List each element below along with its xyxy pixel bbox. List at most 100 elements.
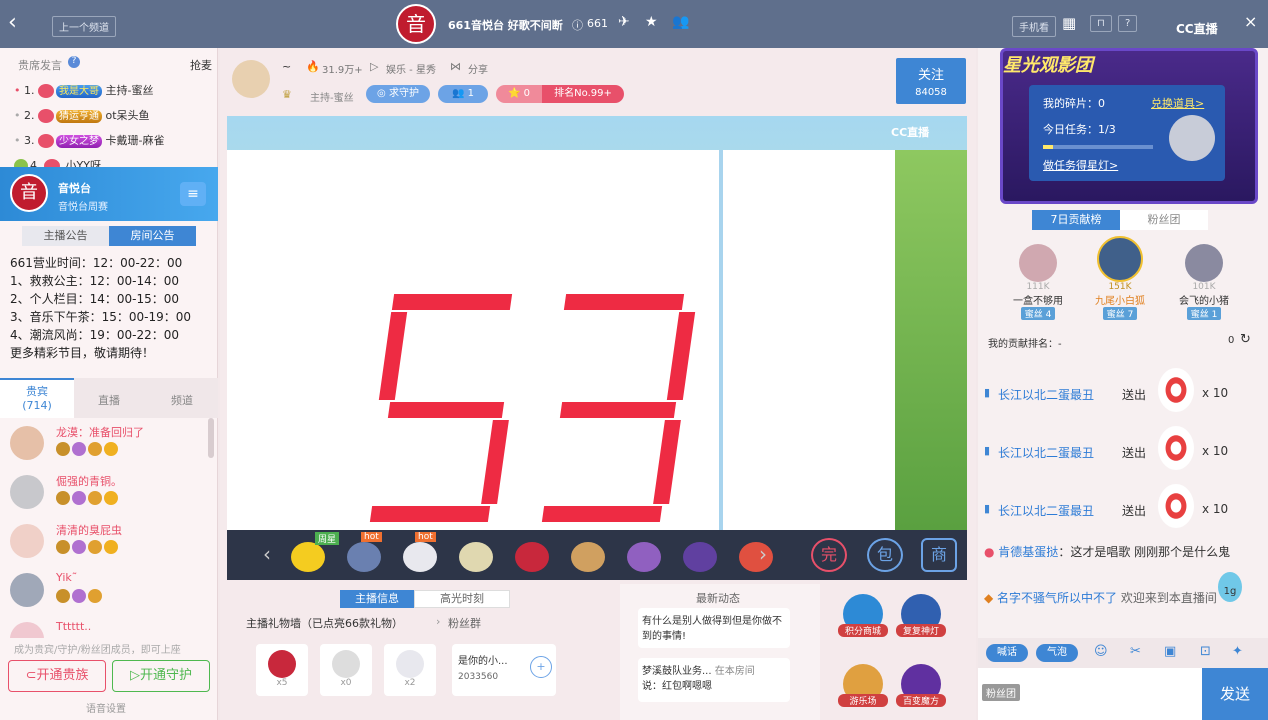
star-icon[interactable]: ★ [645,14,658,30]
wall-gift[interactable]: x5 [256,644,308,696]
sender-name[interactable]: 长江以北二蛋最丑 [998,444,1094,461]
rank-badge[interactable]: 排名No.99+ [542,85,624,103]
gift-item[interactable] [739,542,773,572]
gift-item[interactable] [683,542,717,572]
chevron-left-icon[interactable]: ‹ [263,542,271,566]
prev-channel-button[interactable]: 上一个频道 [52,16,116,37]
tab-host-notice[interactable]: 主播公告 [22,226,109,246]
sender-name[interactable]: 名字不骚气所以中不了 [997,591,1117,605]
category[interactable]: 娱乐 - 星秀 [386,61,436,76]
fans-label[interactable]: 粉丝团 [982,684,1020,701]
share-label[interactable]: 分享 [468,61,488,76]
complete-icon[interactable]: 完 [811,538,847,572]
user-item[interactable]: 倔强的青铜。 [8,473,204,522]
chevron-right-icon[interactable]: › [759,542,767,566]
phone-view-button[interactable]: 手机看 [1012,16,1056,37]
gift-message[interactable]: ▮ 长江以北二蛋最丑 送出 x 10 [984,426,1254,484]
top-contributor[interactable]: 101K 会飞的小猪 蜜丝 1 [1164,244,1244,320]
sender-name[interactable]: 肯德基蛋挞 [998,545,1058,559]
top-bar: ‹ 上一个频道 音 661音悦台 好歌不间断 ⓘ 661 ✈ ★ 👥 手机看 ▦… [0,0,1268,48]
host-avatar[interactable] [232,60,270,98]
bubble-button[interactable]: 气泡 [1036,644,1078,662]
add-icon[interactable]: + [530,656,552,678]
help-icon[interactable]: ? [1118,15,1138,32]
gift-item[interactable] [291,542,325,572]
points-mall-icon[interactable]: 积分商城 [838,594,888,637]
tab-vip[interactable]: 贵宾 (714) [0,378,74,418]
wish-card[interactable]: 是你的小... 2033560 + [452,644,556,696]
close-icon[interactable]: × [1244,12,1257,31]
redeem-link[interactable]: 兑换道具> [1151,95,1204,111]
gift-item[interactable] [459,542,493,572]
chat-input[interactable]: 粉丝团 [978,668,1202,720]
sender-name[interactable]: 长江以北二蛋最丑 [998,502,1094,519]
gift-item[interactable] [571,542,605,572]
open-guard-button[interactable]: ▷开通守护 [112,660,210,692]
lock-icon[interactable]: ⊡ [1200,644,1211,659]
rank-row[interactable]: • 3. 少女之梦 卡戴珊-麻雀 [14,132,204,157]
lamp-icon[interactable]: 复复神灯 [896,594,946,637]
emoji-icon[interactable]: ☺ [1094,644,1108,659]
refresh-icon[interactable]: ↻ [1240,332,1251,347]
image-icon[interactable]: ▣ [1164,644,1176,659]
playground-icon[interactable]: 游乐场 [838,664,888,707]
gift-message[interactable]: ▮ 长江以北二蛋最丑 送出 x 10 [984,368,1254,426]
magic-cube-icon[interactable]: 百变魔方 [896,664,946,707]
tab-host-info[interactable]: 主播信息 [340,590,414,608]
gift-message[interactable]: ▮ 长江以北二蛋最丑 送出 x 10 [984,484,1254,542]
sender-name[interactable]: 长江以北二蛋最丑 [998,386,1094,403]
gift-item[interactable] [403,542,437,572]
user-item[interactable]: 龙漠：准备回归了 [8,424,204,473]
news-tab[interactable]: 最新动态 [696,590,740,606]
chat-message[interactable]: ◆ 名字不骚气所以中不了 欢迎来到本直播间 [984,588,1254,628]
gift-count[interactable]: ⭐ 0 [496,85,542,103]
help-icon[interactable]: ? [68,56,80,68]
star-banner[interactable]: 星光观影团 我的碎片：0 兑换道具> 今日任务：1/3 做任务得星灯> [1000,48,1258,204]
rank-row[interactable]: • 1. 我是大哥 主持-蜜丝 [14,82,204,107]
scissors-icon[interactable]: ✂ [1130,644,1141,659]
wall-gift[interactable]: x2 [384,644,436,696]
fan-group-link[interactable]: 粉丝群 [448,615,481,631]
do-task-link[interactable]: 做任务得星灯> [1043,157,1118,173]
shop-icon[interactable]: 商 [921,538,957,572]
top-contributor[interactable]: 111K 一盒不够用 蜜丝 4 [998,244,1078,320]
user-item[interactable]: Yik˜ [8,571,204,620]
room-card[interactable]: 音 音悦台 音悦台周赛 ≡ [0,167,218,221]
user-item[interactable]: 清清的臭屁虫 [8,522,204,571]
fans-button[interactable]: 👥 1 [438,85,488,103]
bell-icon[interactable]: ⊓ [1090,15,1112,32]
tab-live[interactable]: 直播 [98,392,120,408]
gift-item[interactable] [515,542,549,572]
menu-icon[interactable]: ≡ [180,182,206,206]
news-item[interactable]: 梦溪鼓队业务... 在本房间 说：红包啊嗯嗯 [638,658,790,702]
chat-message[interactable]: ● 肯德基蛋挞：这才是唱歌 刚刚那个是什么鬼 [984,542,1254,588]
package-icon[interactable]: 包 [867,538,903,572]
tab-room-notice[interactable]: 房间公告 [109,226,196,246]
grid-icon[interactable]: ▦ [1062,14,1076,32]
user-item[interactable]: Tttttt.. [8,620,204,638]
scrollbar[interactable] [208,418,214,458]
news-item[interactable]: 有什么是别人做得到但是你做不到的事情! [638,608,790,648]
gift-item[interactable] [347,542,381,572]
open-noble-button[interactable]: ⊂开通贵族 [8,660,106,692]
wall-gift[interactable]: x0 [320,644,372,696]
grab-mic-button[interactable]: 抢麦 [190,57,212,73]
plane-icon[interactable]: ✈ [618,14,630,30]
follow-button[interactable]: 关注 84058 [896,58,966,104]
magic-icon[interactable]: ✦ [1232,644,1243,659]
tab-highlights[interactable]: 高光时刻 [414,590,510,608]
tab-7day[interactable]: 7日贡献榜 [1032,210,1120,230]
top-contributor[interactable]: 151K 九尾小白狐 蜜丝 7 [1080,236,1160,320]
guard-button[interactable]: ◎ 求守护 [366,85,430,103]
users-icon[interactable]: 👥 [672,14,689,30]
gift-item[interactable] [627,542,661,572]
video-player[interactable]: CC直播 53 [227,116,967,530]
voice-settings[interactable]: 语音设置 [86,700,126,715]
rank-row[interactable]: • 2. 猜运亨通 ot呆头鱼 [14,107,204,132]
tab-fans[interactable]: 粉丝团 [1120,210,1208,230]
back-icon[interactable]: ‹ [8,10,17,35]
tab-channel[interactable]: 频道 [171,392,193,408]
send-button[interactable]: 发送 [1202,668,1268,720]
share-icon[interactable]: ⋈ [450,60,461,73]
shout-button[interactable]: 喊话 [986,644,1028,662]
